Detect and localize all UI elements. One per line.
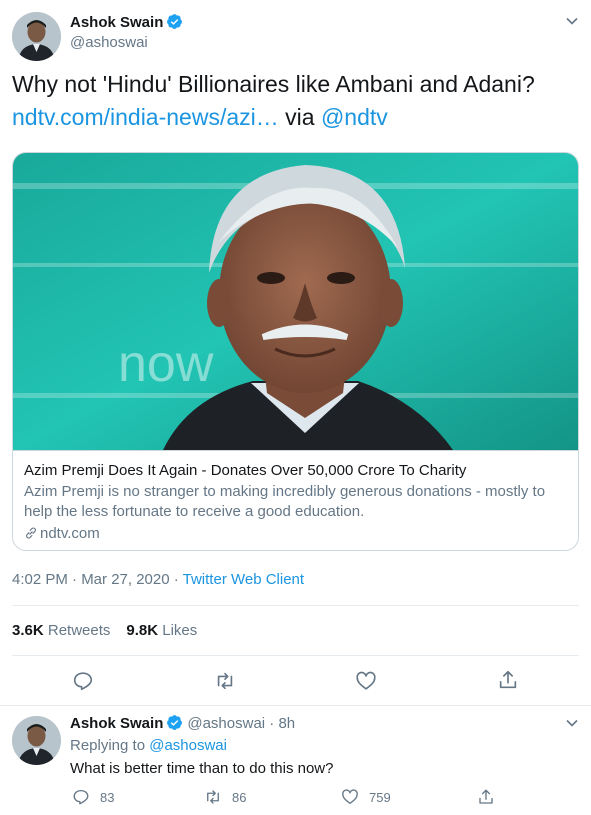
reply-text: What is better time than to do this now?: [70, 760, 334, 777]
retweets-stat[interactable]: 3.6K Retweets: [12, 622, 110, 639]
retweet-icon: [217, 672, 233, 690]
card-description: Azim Premji is no stranger to making inc…: [24, 483, 546, 520]
reply-retweet-count: 86: [232, 789, 247, 805]
likes-count[interactable]: 9.8K: [126, 622, 158, 639]
card-domain-text[interactable]: ndtv.com: [40, 525, 100, 542]
article-link[interactable]: ndtv.com/india-news/azi…: [12, 104, 279, 130]
tweet-metadata: 4:02 PM · Mar 27, 2020 · Twitter Web Cli…: [12, 571, 304, 588]
reply-like-count: 759: [369, 789, 391, 805]
retweet-button[interactable]: [214, 670, 236, 692]
like-icon: [356, 671, 376, 690]
replying-to: Replying to @ashoswai: [70, 737, 227, 754]
chevron-down-icon[interactable]: [565, 14, 579, 28]
divider: [0, 705, 591, 706]
replying-to-handle[interactable]: @ashoswai: [149, 737, 227, 754]
reply-header: Ashok Swain @ashoswai · 8h: [70, 714, 295, 732]
author-avatar[interactable]: [12, 12, 61, 61]
reply-author-handle[interactable]: @ashoswai: [187, 715, 265, 732]
reply-reply-count: 83: [100, 789, 115, 805]
reply-icon: [73, 789, 89, 805]
reply-reply-button[interactable]: 83: [72, 787, 114, 807]
likes-label[interactable]: Likes: [162, 622, 197, 639]
reply-separator: ·: [265, 715, 279, 732]
like-button[interactable]: [355, 670, 377, 692]
retweets-count[interactable]: 3.6K: [12, 622, 44, 639]
tweet-stats: 3.6K Retweets 9.8K Likes: [12, 622, 197, 639]
author-name-text[interactable]: Ashok Swain: [70, 14, 163, 31]
card-title[interactable]: Azim Premji Does It Again - Donates Over…: [24, 461, 569, 480]
author-name[interactable]: Ashok Swain: [70, 13, 183, 31]
replying-to-label: Replying to: [70, 737, 150, 754]
reply-share-button[interactable]: [477, 787, 505, 807]
divider: [12, 655, 579, 656]
via-mention-link[interactable]: @ndtv: [321, 104, 388, 130]
tweet-client-link[interactable]: Twitter Web Client: [183, 571, 304, 588]
reply-author-avatar[interactable]: [12, 716, 61, 765]
chevron-down-icon[interactable]: [565, 716, 579, 730]
via-label: via: [278, 104, 321, 130]
tweet-text: Why not 'Hindu' Billionaires like Ambani…: [12, 68, 582, 134]
share-icon: [499, 670, 517, 689]
reply-author-name[interactable]: Ashok Swain: [70, 715, 163, 732]
likes-stat[interactable]: 9.8K Likes: [126, 622, 197, 639]
card-image[interactable]: now: [13, 153, 578, 450]
retweet-icon: [207, 790, 219, 804]
author-handle[interactable]: @ashoswai: [70, 34, 148, 51]
svg-text:now: now: [118, 335, 214, 393]
link-card[interactable]: now Azim Premji Does It Again - Donates …: [12, 152, 579, 551]
card-domain[interactable]: ndtv.com: [24, 524, 569, 544]
verified-badge-icon: [167, 715, 183, 730]
reply-button[interactable]: [72, 670, 94, 692]
reply-like-button[interactable]: 759: [341, 787, 391, 807]
reply-retweet-button[interactable]: 86: [204, 787, 246, 807]
share-icon: [479, 789, 493, 804]
share-button[interactable]: [497, 669, 519, 691]
card-body[interactable]: Azim Premji Does It Again - Donates Over…: [13, 450, 578, 550]
tweet-question: Why not 'Hindu' Billionaires like Ambani…: [12, 71, 535, 97]
reply-time[interactable]: 8h: [278, 715, 295, 732]
retweets-label[interactable]: Retweets: [48, 622, 111, 639]
verified-badge-icon: [167, 14, 183, 29]
tweet-timestamp[interactable]: 4:02 PM · Mar 27, 2020 ·: [12, 571, 183, 588]
divider: [12, 605, 579, 606]
link-icon: [26, 527, 36, 539]
like-icon: [342, 789, 358, 805]
reply-icon: [73, 672, 93, 691]
